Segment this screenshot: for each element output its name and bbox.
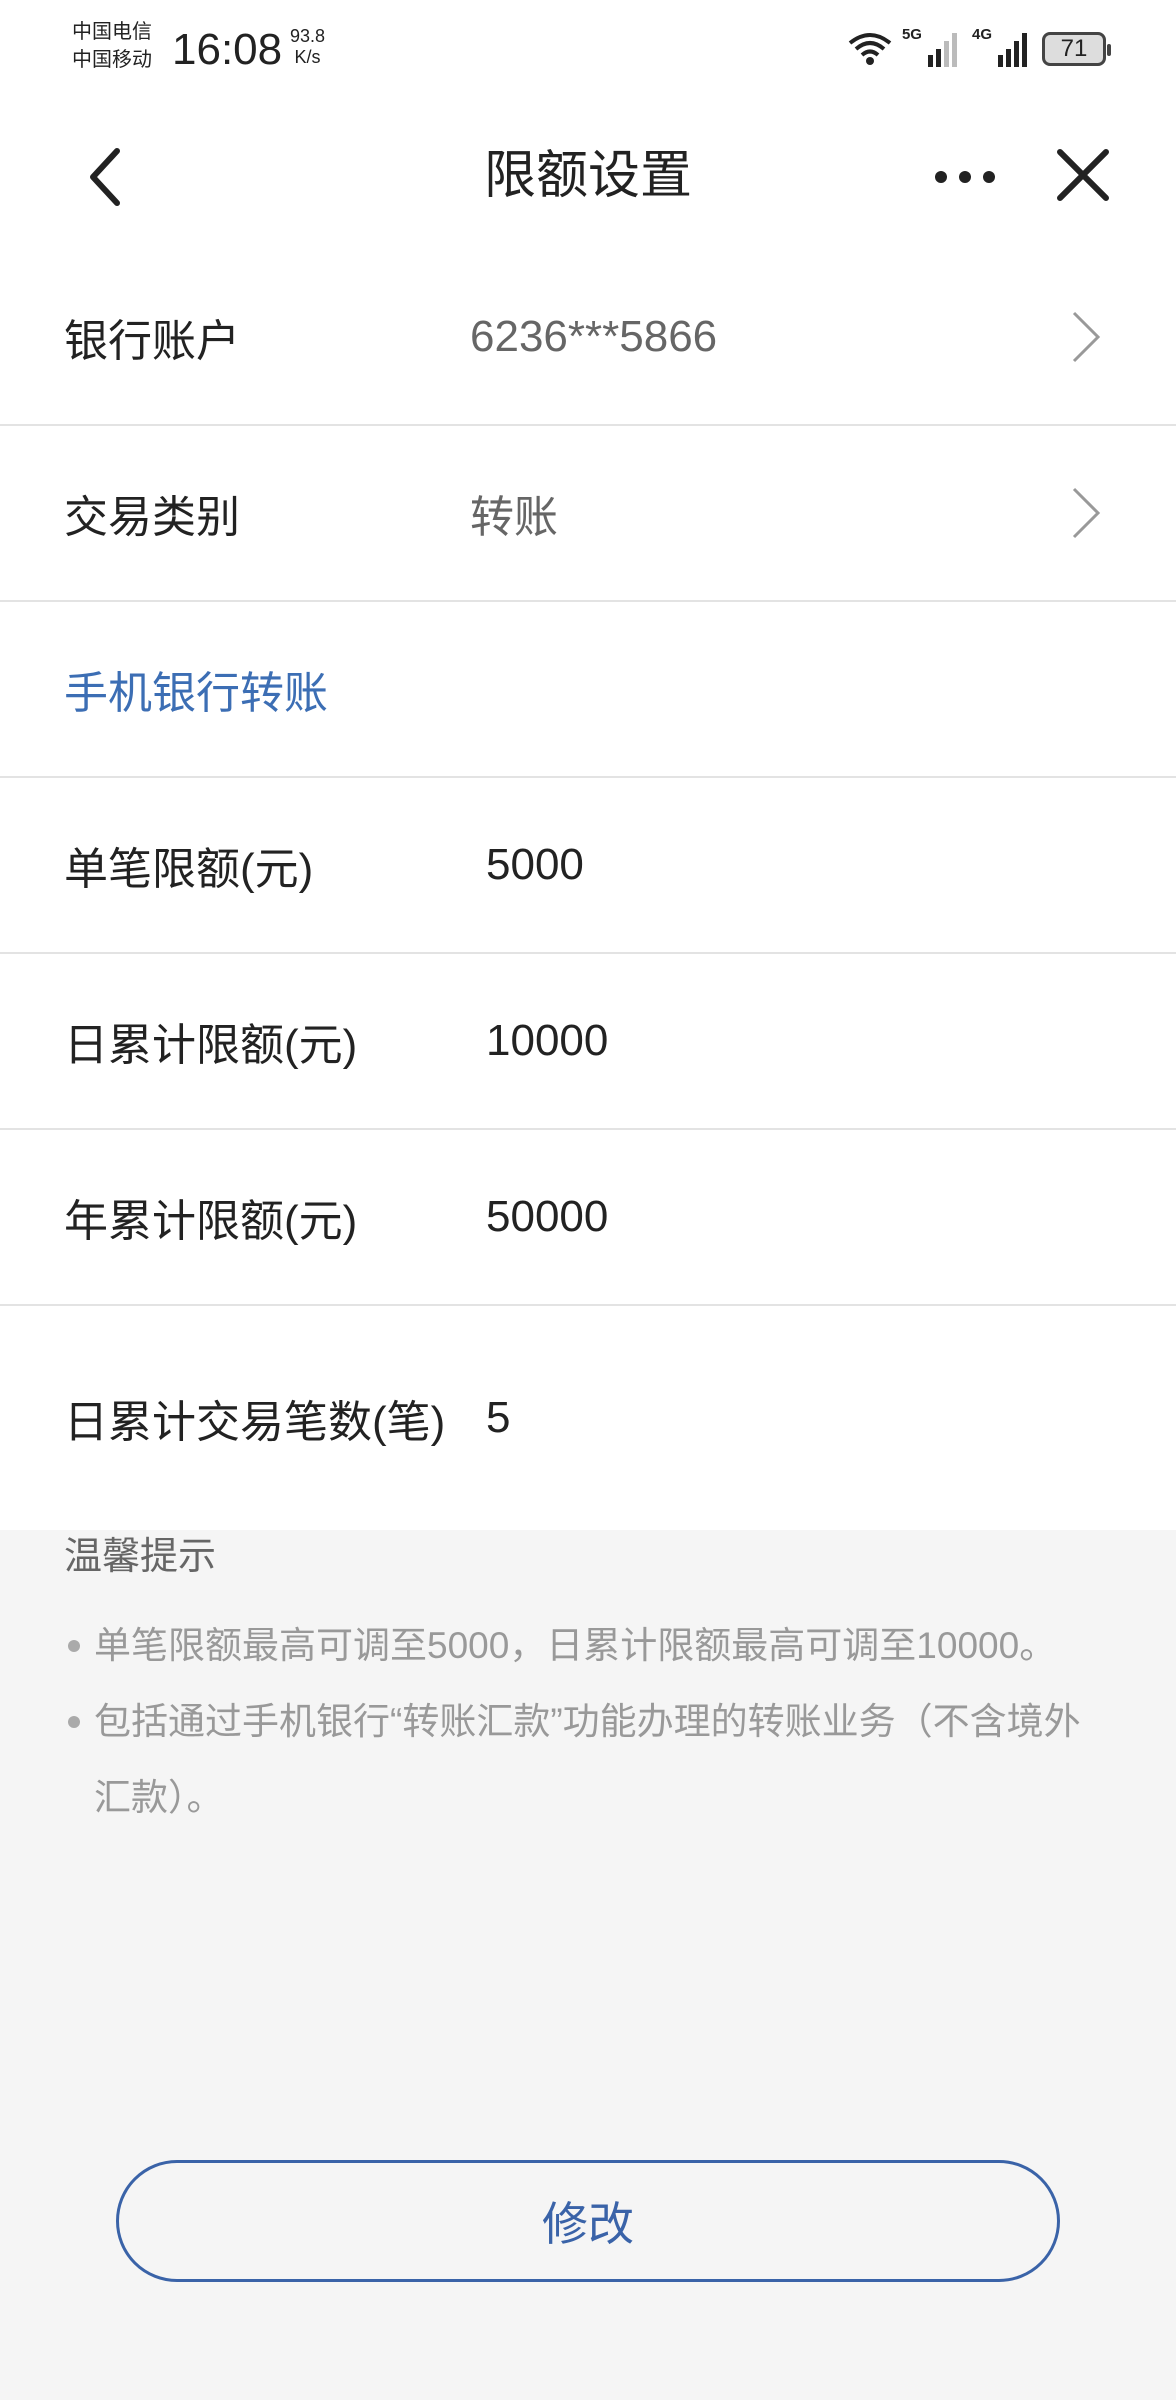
- signal-5g-label: 5G: [901, 26, 922, 43]
- limit-row: 年累计限额(元) 50000: [0, 1130, 1176, 1306]
- wifi-icon: [848, 33, 892, 65]
- chevron-right-icon: [1072, 311, 1101, 363]
- limit-label: 年累计限额(元): [64, 1197, 358, 1246]
- modify-button[interactable]: 修改: [116, 2160, 1060, 2282]
- title-bar: 限额设置: [0, 100, 1176, 250]
- limit-label: 日累计限额(元): [64, 1021, 358, 1070]
- limit-label: 日累计交易笔数(笔): [64, 1398, 446, 1447]
- transaction-type-value: 转账: [470, 493, 558, 542]
- net-speed-value: 93.8: [290, 26, 326, 46]
- section-header-row: 手机银行转账: [0, 602, 1176, 778]
- limit-value: 5000: [486, 840, 584, 889]
- status-icons: 5G 4G 71: [848, 26, 1111, 72]
- signal-4g-label: 4G: [971, 26, 992, 43]
- signal-5g-icon: [927, 33, 957, 67]
- transaction-type-label: 交易类别: [64, 493, 240, 542]
- limit-row: 日累计限额(元) 10000: [0, 954, 1176, 1130]
- limit-label: 单笔限额(元): [64, 845, 314, 894]
- chevron-right-icon: [1072, 487, 1101, 539]
- limit-value: 5: [486, 1393, 511, 1442]
- section-title: 手机银行转账: [64, 669, 328, 718]
- more-dots-icon: [935, 171, 995, 183]
- tip-item: 单笔限额最高可调至5000，日累计限额最高可调至10000。: [64, 1608, 1112, 1684]
- more-button[interactable]: [930, 152, 1000, 202]
- carrier-1: 中国电信: [72, 21, 152, 43]
- carrier-2: 中国移动: [72, 49, 152, 71]
- status-bar: 中国电信 中国移动 16:08 93.8 K/s 5G 4G 71: [0, 0, 1176, 100]
- limit-row: 单笔限额(元) 5000: [0, 778, 1176, 954]
- net-speed-unit: K/s: [294, 47, 321, 67]
- close-button[interactable]: [1048, 140, 1118, 210]
- status-time: 16:08: [172, 25, 283, 74]
- limit-settings-list: 银行账户 6236***5866 交易类别 转账 手机银行转账 单笔限额(元) …: [0, 250, 1176, 1530]
- bank-account-label: 银行账户: [64, 317, 240, 366]
- limit-value: 50000: [486, 1192, 609, 1241]
- bank-account-row[interactable]: 银行账户 6236***5866: [0, 250, 1176, 426]
- tip-item: 包括通过手机银行“转账汇款”功能办理的转账业务（不含境外汇款）。: [64, 1684, 1112, 1836]
- limit-value: 10000: [486, 1016, 609, 1065]
- carrier-info: 中国电信 中国移动: [72, 18, 152, 74]
- bank-account-value: 6236***5866: [470, 312, 718, 361]
- transaction-type-row[interactable]: 交易类别 转账: [0, 426, 1176, 602]
- battery-icon: 71: [1042, 32, 1111, 66]
- signal-4g-icon: [998, 33, 1027, 67]
- close-icon: [1057, 149, 1109, 201]
- tips-title: 温馨提示: [64, 1536, 217, 1578]
- tips-section: 温馨提示 单笔限额最高可调至5000，日累计限额最高可调至10000。 包括通过…: [0, 1474, 1176, 1836]
- battery-level: 71: [1060, 35, 1088, 62]
- net-speed: 93.8 K/s: [290, 26, 325, 68]
